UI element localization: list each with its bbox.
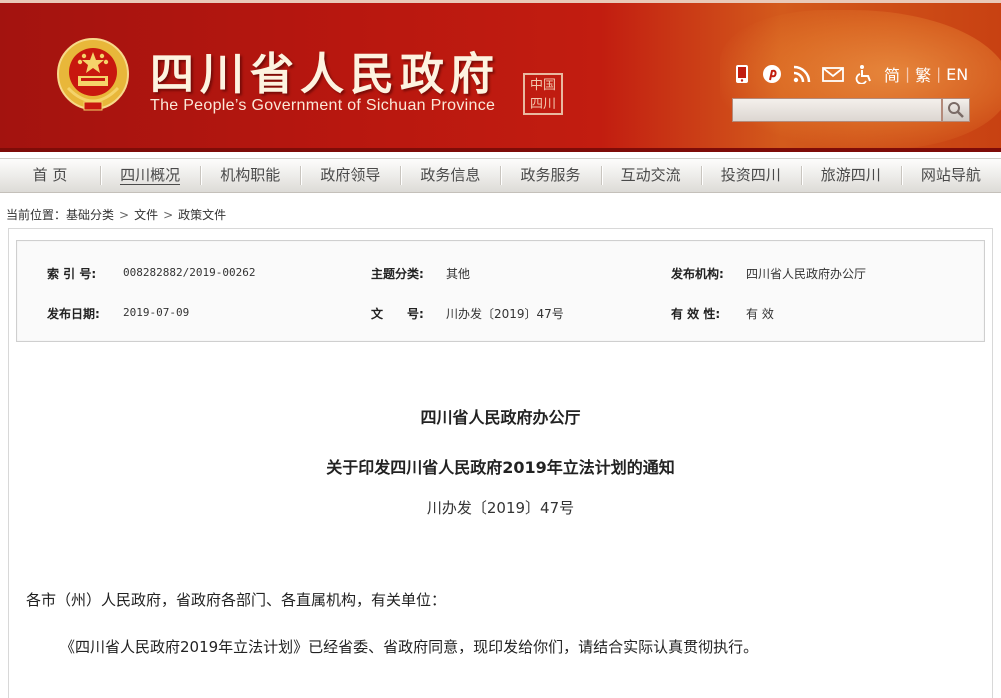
mobile-icon[interactable] — [732, 64, 752, 84]
lang-simplified-link[interactable]: 简 — [884, 62, 900, 86]
nav-item-site-nav[interactable]: 网站导航 — [900, 158, 1001, 193]
document-issuing-org: 四川省人民政府办公厅 — [420, 408, 581, 427]
header-bottom-border — [0, 148, 1001, 152]
nav-item-home[interactable]: 首 页 — [0, 158, 100, 193]
breadcrumb: 当前位置：基础分类 > 文件 > 政策文件 — [6, 206, 226, 223]
meta-date-value: 2019-07-09 — [123, 306, 190, 319]
meta-category-label: 主题分类: — [371, 267, 424, 281]
pinterest-icon[interactable] — [762, 64, 782, 84]
header-top-border — [0, 0, 1001, 3]
meta-index-label: 索 引 号: — [47, 267, 97, 281]
meta-issuer-value: 四川省人民政府办公厅 — [746, 267, 867, 281]
main-nav: 首 页 四川概况 机构职能 政府领导 政务信息 政务服务 互动交流 投资四川 旅… — [0, 158, 1001, 193]
china-sichuan-seal: 中国四川 — [523, 73, 563, 115]
search-button[interactable] — [942, 98, 970, 122]
site-title-en: The People’s Government of Sichuan Provi… — [150, 97, 496, 114]
meta-validity-value: 有 效 — [746, 307, 774, 321]
mail-icon[interactable] — [822, 64, 844, 84]
meta-date-label: 发布日期: — [47, 307, 100, 321]
meta-index-value: 008282882/2019-00262 — [123, 266, 256, 279]
breadcrumb-prefix: 当前位置： — [6, 208, 67, 222]
site-header: 四川省人民政府 The People’s Government of Sichu… — [0, 0, 1001, 152]
breadcrumb-item-basic-category[interactable]: 基础分类 — [66, 208, 114, 222]
meta-category-value: 其他 — [446, 267, 471, 281]
nav-item-tourism[interactable]: 旅游四川 — [800, 158, 901, 193]
breadcrumb-item-policy-files[interactable]: 政策文件 — [178, 208, 226, 222]
header-tools: 简 | 繁 | EN — [732, 62, 968, 86]
accessibility-icon[interactable] — [854, 64, 874, 84]
meta-issuer-label: 发布机构: — [671, 267, 724, 281]
meta-docno-value: 川办发〔2019〕47号 — [446, 307, 564, 321]
document-title: 关于印发四川省人民政府2019年立法计划的通知 — [326, 458, 675, 477]
breadcrumb-separator: > — [163, 208, 174, 222]
lang-english-link[interactable]: EN — [946, 65, 968, 84]
nav-item-gov-services[interactable]: 政务服务 — [500, 158, 600, 193]
breadcrumb-separator: > — [119, 208, 130, 222]
nav-item-leaders[interactable]: 政府领导 — [300, 158, 400, 193]
nav-item-interaction[interactable]: 互动交流 — [600, 158, 701, 193]
search-icon — [948, 102, 964, 118]
national-emblem-icon[interactable] — [54, 36, 132, 116]
meta-docno-label: 文 号: — [371, 307, 424, 321]
rss-icon[interactable] — [792, 64, 812, 84]
nav-item-sichuan-overview[interactable]: 四川概况 — [100, 158, 200, 193]
lang-separator: | — [936, 65, 942, 83]
nav-item-invest[interactable]: 投资四川 — [700, 158, 801, 193]
site-title-cn[interactable]: 四川省人民政府 — [150, 38, 500, 102]
document-salutation: 各市（州）人民政府，省政府各部门、各直属机构，有关单位： — [26, 591, 447, 609]
nav-item-institutions[interactable]: 机构职能 — [200, 158, 300, 193]
breadcrumb-item-files[interactable]: 文件 — [134, 208, 158, 222]
lang-separator: | — [905, 65, 911, 83]
document-number: 川办发〔2019〕47号 — [426, 499, 575, 517]
document-paragraph: 《四川省人民政府2019年立法计划》已经省委、省政府同意，现印发给你们，请结合实… — [60, 638, 759, 656]
nav-item-gov-info[interactable]: 政务信息 — [400, 158, 500, 193]
search-input[interactable] — [732, 98, 942, 122]
lang-traditional-link[interactable]: 繁 — [915, 62, 931, 86]
meta-validity-label: 有 效 性: — [671, 307, 721, 321]
document-meta-panel — [16, 240, 985, 342]
